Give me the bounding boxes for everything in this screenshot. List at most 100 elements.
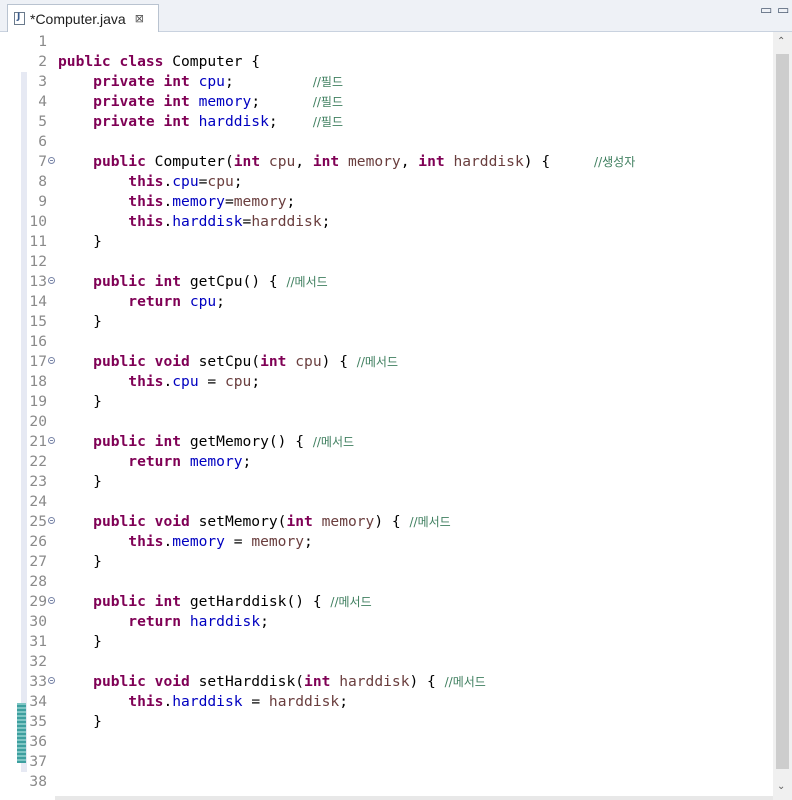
code-text: } — [58, 232, 102, 252]
code-line[interactable]: 25 public void setMemory(int memory) { /… — [7, 512, 777, 532]
code-line[interactable]: 11 } — [7, 232, 777, 252]
code-line[interactable]: 36 — [7, 732, 777, 752]
collapse-icon[interactable] — [48, 517, 55, 524]
code-line[interactable]: 6 — [7, 132, 777, 152]
code-token: . — [163, 373, 173, 390]
code-line[interactable]: 13 public int getCpu() { //메서드 — [7, 272, 777, 292]
code-line[interactable]: 16 — [7, 332, 777, 352]
code-text: public void setHarddisk(int harddisk) { … — [58, 672, 486, 692]
code-line[interactable]: 27 } — [7, 552, 777, 572]
code-line[interactable]: 31 } — [7, 632, 777, 652]
code-line[interactable]: 23 } — [7, 472, 777, 492]
code-line[interactable]: 8 this.cpu=cpu; — [7, 172, 777, 192]
code-token: return — [128, 613, 190, 630]
code-line[interactable]: 35 } — [7, 712, 777, 732]
collapse-icon[interactable] — [48, 277, 55, 284]
code-line[interactable]: 30 return harddisk; — [7, 612, 777, 632]
code-line[interactable]: 17 public void setCpu(int cpu) { //메서드 — [7, 352, 777, 372]
code-token: . — [163, 533, 173, 550]
code-line[interactable]: 22 return memory; — [7, 452, 777, 472]
code-token: this — [128, 173, 164, 190]
code-token: ) { — [374, 513, 410, 530]
code-line[interactable]: 12 — [7, 252, 777, 272]
code-line[interactable]: 14 return cpu; — [7, 292, 777, 312]
code-line[interactable]: 20 — [7, 412, 777, 432]
collapse-icon[interactable] — [48, 357, 55, 364]
code-line[interactable]: 9 this.memory=memory; — [7, 192, 777, 212]
code-token: ; — [321, 213, 331, 230]
code-line[interactable]: 37 — [7, 752, 777, 772]
code-line[interactable]: 1 — [7, 32, 777, 52]
code-line[interactable]: 18 this.cpu = cpu; — [7, 372, 777, 392]
code-token: //생성자 — [594, 155, 636, 169]
code-token: public — [93, 153, 155, 170]
code-line[interactable]: 24 — [7, 492, 777, 512]
scroll-down-icon[interactable]: ⌄ — [777, 781, 785, 792]
code-token: getCpu() { — [189, 273, 287, 290]
code-token: ) { — [523, 153, 595, 170]
horizontal-scrollbar[interactable] — [55, 796, 780, 800]
code-token: this — [128, 213, 164, 230]
code-text: private int cpu; //필드 — [58, 72, 343, 92]
tab-title: *Computer.java — [30, 10, 126, 27]
code-line[interactable]: 7 public Computer(int cpu, int memory, i… — [7, 152, 777, 172]
code-token: private int — [93, 93, 199, 110]
code-token: . — [163, 193, 173, 210]
minimize-icon[interactable]: ▭ — [760, 3, 772, 18]
code-token: int — [260, 353, 296, 370]
code-token: ; — [339, 693, 348, 710]
code-line[interactable]: 26 this.memory = memory; — [7, 532, 777, 552]
code-text: } — [58, 392, 102, 412]
code-token: ; — [251, 373, 261, 390]
scrollbar-thumb[interactable] — [776, 54, 789, 769]
code-token: . — [163, 213, 173, 230]
code-line[interactable]: 34 this.harddisk = harddisk; — [7, 692, 777, 712]
code-token: memory — [189, 453, 243, 470]
code-text: this.memory = memory; — [58, 532, 313, 552]
line-number: 34 — [29, 693, 47, 710]
code-text: return harddisk; — [58, 612, 269, 632]
vertical-scrollbar[interactable]: ⌃ ⌄ — [773, 32, 792, 800]
code-line[interactable]: 21 public int getMemory() { //메서드 — [7, 432, 777, 452]
code-token: memory — [172, 193, 225, 210]
collapse-icon[interactable] — [48, 677, 55, 684]
code-line[interactable]: 33 public void setHarddisk(int harddisk)… — [7, 672, 777, 692]
code-text: public Computer(int cpu, int memory, int… — [58, 152, 635, 172]
collapse-icon[interactable] — [48, 597, 55, 604]
line-number: 26 — [29, 533, 47, 550]
code-line[interactable]: 15 } — [7, 312, 777, 332]
code-line[interactable]: 19 } — [7, 392, 777, 412]
code-token: //필드 — [312, 95, 343, 109]
scroll-up-icon[interactable]: ⌃ — [777, 36, 785, 47]
line-number: 31 — [29, 633, 47, 650]
tab-computer-java[interactable]: *Computer.java ⊠ — [7, 4, 159, 32]
collapse-icon[interactable] — [48, 157, 55, 164]
code-token: . — [163, 693, 173, 710]
code-token: this — [128, 193, 164, 210]
close-tab-icon[interactable]: ⊠ — [135, 12, 144, 25]
code-line[interactable]: 28 — [7, 572, 777, 592]
code-line[interactable]: 10 this.harddisk=harddisk; — [7, 212, 777, 232]
code-text: return memory; — [58, 452, 251, 472]
code-token: public int — [93, 593, 190, 610]
collapse-icon[interactable] — [48, 437, 55, 444]
code-line[interactable]: 29 public int getHarddisk() { //메서드 — [7, 592, 777, 612]
code-line[interactable]: 3 private int cpu; //필드 — [7, 72, 777, 92]
code-token: int — [418, 153, 454, 170]
line-number: 20 — [29, 413, 47, 430]
code-token: this — [128, 373, 164, 390]
line-number: 4 — [38, 93, 47, 110]
code-line[interactable]: 38 — [7, 772, 777, 792]
code-editor[interactable]: 1 2 public class Computer {3 private int c… — [7, 32, 792, 800]
code-line[interactable]: 32 — [7, 652, 777, 672]
maximize-icon[interactable]: ▭ — [777, 3, 789, 18]
code-token: } — [58, 233, 102, 250]
code-line[interactable]: 5 private int harddisk; //필드 — [7, 112, 777, 132]
line-number: 23 — [29, 473, 47, 490]
code-line[interactable]: 2 public class Computer { — [7, 52, 777, 72]
code-line[interactable]: 4 private int memory; //필드 — [7, 92, 777, 112]
